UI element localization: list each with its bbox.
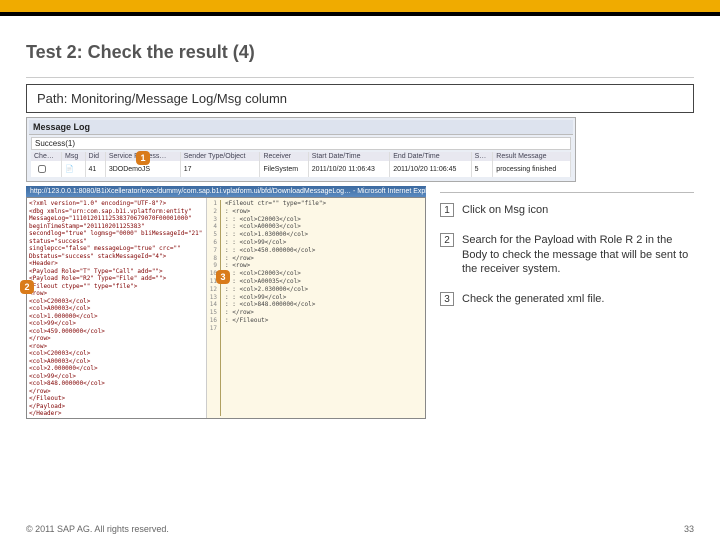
success-row: Success(1)	[31, 137, 571, 150]
step-text: Check the generated xml file.	[462, 292, 694, 306]
step-text: Search for the Payload with Role R 2 in …	[462, 233, 694, 276]
message-log-table: Che… Msg Did Service Process… Sender Typ…	[31, 152, 571, 177]
divider	[440, 192, 694, 193]
col-receiver: Receiver	[260, 152, 308, 161]
cell-end: 2011/10/20 11:06:45	[390, 161, 471, 177]
browser-window: http://123.0.0.1:8080/B1iXcellerator/exe…	[26, 186, 426, 419]
cell-start: 2011/10/20 11:06:43	[308, 161, 389, 177]
accent-bar	[0, 0, 720, 12]
step-text: Click on Msg icon	[462, 203, 694, 217]
step-row: 2 Search for the Payload with Role R 2 i…	[440, 229, 694, 276]
col-check: Che…	[31, 152, 62, 161]
browser-titlebar: http://123.0.0.1:8080/B1iXcellerator/exe…	[26, 186, 426, 197]
col-msg: Msg	[62, 152, 85, 161]
content-area: Message Log Success(1) Che… Msg Did Serv…	[26, 117, 694, 419]
divider	[26, 77, 694, 78]
step-num: 3	[440, 292, 454, 306]
copyright: © 2011 SAP AG. All rights reserved.	[26, 524, 169, 534]
col-start: Start Date/Time	[308, 152, 389, 161]
step-num: 1	[440, 203, 454, 217]
callout-marker-2: 2	[20, 280, 34, 294]
col-sender: Sender Type/Object	[180, 152, 260, 161]
cell-did: 41	[85, 161, 105, 177]
step-row: 3 Check the generated xml file.	[440, 288, 694, 306]
line-gutter: 1234567891011121314151617	[209, 200, 221, 416]
message-log-header: Message Log	[29, 120, 573, 135]
col-result: Result Message	[493, 152, 571, 161]
xml-source-pane[interactable]: <?xml version="1.0" encoding="UTF-8"?><d…	[27, 198, 207, 418]
step-num: 2	[440, 233, 454, 247]
col-did: Did	[85, 152, 105, 161]
cell-sender: 17	[180, 161, 260, 177]
row-checkbox[interactable]	[38, 165, 46, 173]
callout-marker-3: 3	[216, 270, 230, 284]
xml-formatted-pane[interactable]: 1234567891011121314151617 <Fileout ctr="…	[207, 198, 425, 418]
cell-result: processing finished	[493, 161, 571, 177]
steps-panel: 1 Click on Msg icon 2 Search for the Pay…	[430, 186, 694, 419]
cell-check[interactable]	[31, 161, 62, 177]
slide-footer: © 2011 SAP AG. All rights reserved. 33	[26, 524, 694, 534]
table-row[interactable]: 📄 41 3DODemoJS 17 FileSystem 2011/10/20 …	[31, 161, 571, 177]
slide-title: Test 2: Check the result (4)	[26, 42, 694, 63]
message-log-panel: Message Log Success(1) Che… Msg Did Serv…	[26, 117, 576, 182]
cell-receiver: FileSystem	[260, 161, 308, 177]
step-row: 1 Click on Msg icon	[440, 199, 694, 217]
callout-marker-1: 1	[136, 151, 150, 165]
page-number: 33	[684, 524, 694, 534]
cell-msg-icon[interactable]: 📄	[62, 161, 85, 177]
table-header: Che… Msg Did Service Process… Sender Typ…	[31, 152, 571, 161]
col-s: S…	[471, 152, 493, 161]
path-box: Path: Monitoring/Message Log/Msg column	[26, 84, 694, 113]
col-end: End Date/Time	[390, 152, 471, 161]
xml-code: <Fileout ctr="" type="file"> : <row> : :…	[221, 200, 423, 416]
cell-s: 5	[471, 161, 493, 177]
